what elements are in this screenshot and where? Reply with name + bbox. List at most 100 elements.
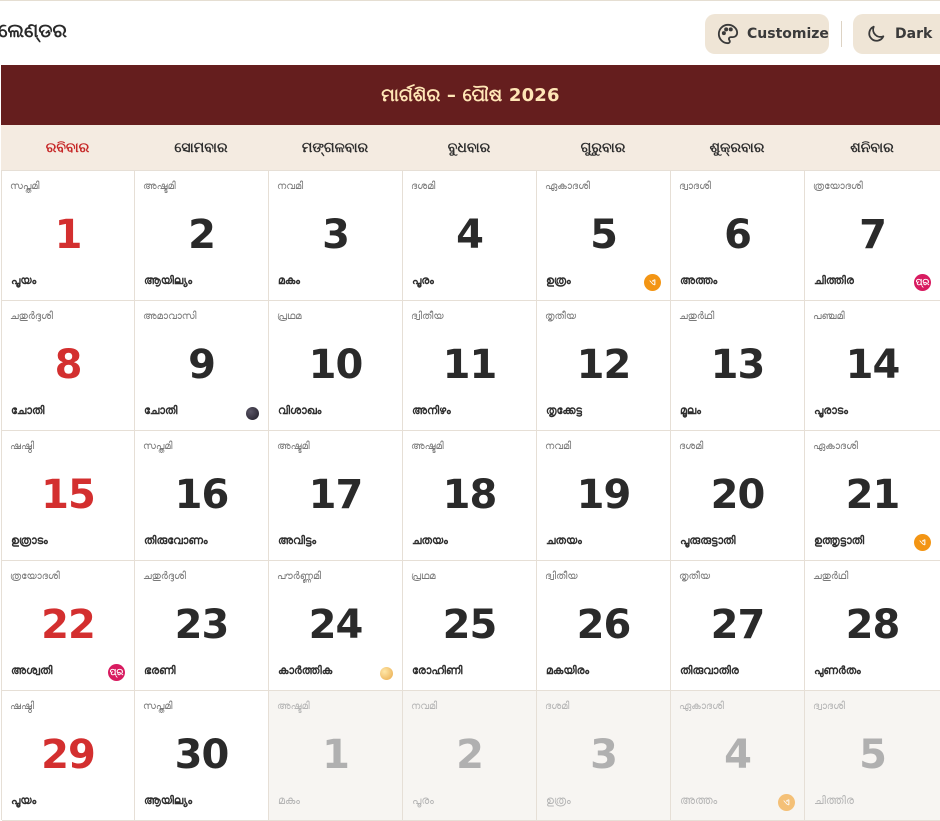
nakshatra-label: ചിത്തിര: [814, 274, 854, 287]
day-number: 12: [576, 342, 632, 388]
day-cell[interactable]: ദശമി 20 പൂരുരുട്ടാതി: [671, 431, 805, 561]
nakshatra-label: പൂരം: [412, 274, 434, 287]
nakshatra-label: പുണർതം: [814, 664, 861, 677]
day-cell[interactable]: ദശമി 4 പൂരം: [403, 171, 537, 301]
tithi-label: ദശമി: [411, 181, 436, 192]
customize-button[interactable]: Customize: [705, 14, 829, 54]
day-number: 7: [859, 212, 887, 258]
weekday-monday: ସୋମବାର: [174, 139, 228, 156]
pradosh-badge-icon: ପ୍ର: [108, 664, 125, 681]
tithi-label: ത്രയോദശി: [10, 571, 60, 582]
tithi-label: ചതുർഥി: [679, 311, 715, 322]
day-cell[interactable]: ചതുർഥി 28 പുണർതം: [805, 561, 940, 691]
tithi-label: ഏകാദശി: [813, 441, 858, 452]
day-cell[interactable]: അഷ്ടമി 18 ചതയം: [403, 431, 537, 561]
tithi-label: ദശമി: [545, 701, 570, 712]
dark-mode-button[interactable]: Dark: [853, 14, 940, 54]
day-cell[interactable]: ഷഷ്ഠി 29 പൂയം: [2, 691, 135, 821]
nakshatra-label: മകം: [278, 274, 301, 287]
moon-icon: [868, 25, 885, 42]
day-cell[interactable]: ഏകാദശി 4 അത്തം ଏ: [671, 691, 805, 821]
tithi-label: ചതുർഥി: [813, 571, 849, 582]
nakshatra-label: അത്തം: [680, 794, 718, 807]
day-cell[interactable]: ചതുർഥി 13 മൂലം: [671, 301, 805, 431]
day-number: 2: [188, 212, 216, 258]
new-moon-icon: [246, 407, 259, 420]
nakshatra-label: പൂയം: [11, 274, 37, 287]
day-cell[interactable]: പ്രഥമ 25 രോഹിണി: [403, 561, 537, 691]
day-cell[interactable]: പഞ്ചമി 14 പൂരാടം: [805, 301, 940, 431]
nakshatra-label: തൃക്കേട്ട: [546, 404, 582, 417]
day-number: 3: [322, 212, 350, 258]
day-number: 1: [322, 732, 350, 778]
day-number: 19: [576, 472, 632, 518]
day-cell[interactable]: അഷ്ടമി 17 അവിട്ടം: [269, 431, 403, 561]
day-cell[interactable]: പ്രഥമ 10 വിശാഖം: [269, 301, 403, 431]
nakshatra-label: വിശാഖം: [278, 404, 322, 417]
tithi-label: തൃതീയ: [545, 311, 577, 322]
full-moon-icon: [380, 667, 393, 680]
nakshatra-label: മകം: [278, 794, 301, 807]
day-number: 15: [41, 472, 96, 518]
toolbar-divider: [841, 21, 842, 47]
day-number: 17: [308, 472, 364, 518]
day-cell[interactable]: ത്രയോദശി 7 ചിത്തിര ପ୍ର: [805, 171, 940, 301]
day-cell[interactable]: ചതുർദ്ദശി 8 ചോതി: [2, 301, 135, 431]
tithi-label: ഏകാദശി: [545, 181, 590, 192]
day-cell[interactable]: ദ്വിതീയ 11 അനിഴം: [403, 301, 537, 431]
tithi-label: അഷ്ടമി: [143, 181, 176, 192]
month-banner: ମାର୍ଗଶିର – ପୌଷ 2026: [1, 65, 940, 125]
day-number: 22: [41, 602, 96, 648]
day-cell[interactable]: നവമി 19 ചതയം: [537, 431, 671, 561]
day-cell[interactable]: തൃതീയ 12 തൃക്കേട്ട: [537, 301, 671, 431]
day-cell[interactable]: സപ്തമി 30 ആയില്യം: [135, 691, 269, 821]
day-cell[interactable]: പൗർണ്ണമി 24 കാർത്തിക: [269, 561, 403, 691]
nakshatra-label: ആയില്യം: [144, 794, 193, 807]
day-number: 18: [442, 472, 498, 518]
day-cell[interactable]: സപ്തമി 16 തിരുവോണം: [135, 431, 269, 561]
tithi-label: നവമി: [545, 441, 572, 452]
day-cell[interactable]: അഷ്ടമി 1 മകം: [269, 691, 403, 821]
nakshatra-label: അവിട്ടം: [278, 534, 317, 547]
day-number: 1: [54, 212, 83, 258]
day-cell[interactable]: തൃതീയ 27 തിരുവാതിര: [671, 561, 805, 691]
day-number: 29: [41, 732, 96, 778]
day-number: 23: [174, 602, 230, 648]
nakshatra-label: ഭരണി: [144, 664, 176, 677]
day-cell[interactable]: ത്രയോദശി 22 അശ്വതി ପ୍ର: [2, 561, 135, 691]
nakshatra-label: മകയിരം: [546, 664, 590, 677]
day-cell[interactable]: ഏകാദശി 21 ഉത്തൃട്ടാതി ଏ: [805, 431, 940, 561]
weekday-wednesday: ବୁଧବାର: [447, 139, 491, 156]
day-number: 20: [710, 472, 766, 518]
pradosh-badge-icon: ପ୍ର: [914, 274, 931, 291]
tithi-label: ഏകാദശി: [679, 701, 724, 712]
tithi-label: പ്രഥമ: [277, 311, 302, 322]
day-cell[interactable]: ദ്വിതീയ 26 മകയിരം: [537, 561, 671, 691]
day-cell[interactable]: അഷ്ടമി 2 ആയില്യം: [135, 171, 269, 301]
nakshatra-label: പൂരാടം: [814, 404, 848, 417]
tithi-label: അഷ്ടമി: [277, 701, 310, 712]
nakshatra-label: ഉത്രം: [546, 274, 571, 287]
day-number: 24: [308, 602, 364, 648]
day-cell[interactable]: ചതുർദ്ദശി 23 ഭരണി: [135, 561, 269, 691]
day-number: 2: [456, 732, 484, 778]
day-number: 5: [590, 212, 618, 258]
tithi-label: അമാവാസി: [143, 311, 197, 322]
nakshatra-label: അത്തം: [680, 274, 718, 287]
day-cell[interactable]: ദ്വാദശി 6 അത്തം: [671, 171, 805, 301]
nakshatra-label: ചോതി: [11, 404, 45, 417]
weekday-friday: ଶୁକ୍ରବାର: [709, 139, 765, 156]
ekadashi-badge-icon: ଏ: [644, 274, 661, 291]
day-cell[interactable]: നവമി 3 മകം: [269, 171, 403, 301]
nakshatra-label: ഉത്രാടം: [11, 534, 48, 547]
day-cell[interactable]: നവമി 2 പൂരം: [403, 691, 537, 821]
day-cell[interactable]: ഏകാദശി 5 ഉത്രം ଏ: [537, 171, 671, 301]
day-cell[interactable]: ദ്വാദശി 5 ചിത്തിര: [805, 691, 940, 821]
nakshatra-label: തിരുവോണം: [144, 534, 208, 547]
tithi-label: ദശമി: [679, 441, 704, 452]
day-cell[interactable]: ദശമി 3 ഉത്രം: [537, 691, 671, 821]
tithi-label: സപ്തമി: [143, 441, 173, 452]
day-cell[interactable]: അമാവാസി 9 ചോതി: [135, 301, 269, 431]
day-cell[interactable]: സപ്തമി 1 പൂയം: [2, 171, 135, 301]
day-cell[interactable]: ഷഷ്ഠി 15 ഉത്രാടം: [2, 431, 135, 561]
